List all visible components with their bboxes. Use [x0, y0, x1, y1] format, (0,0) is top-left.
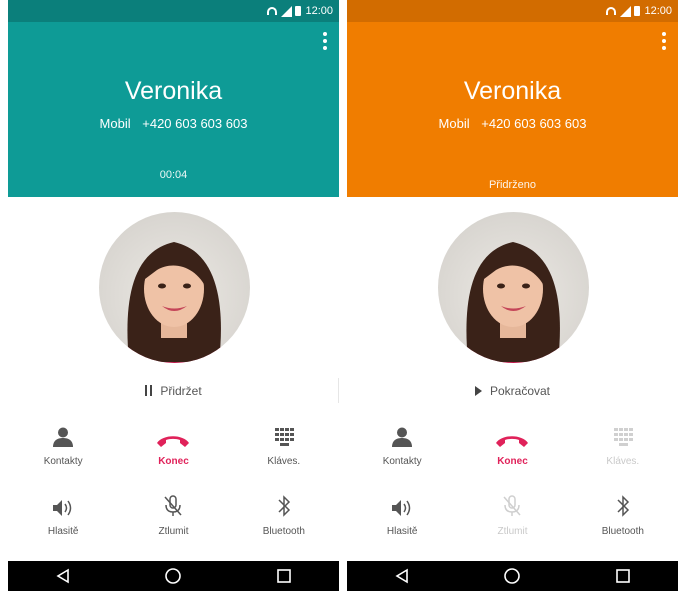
phone-screen-active-call: 12:00 Veronika Mobil +420 603 603 603 00… — [8, 0, 339, 591]
overflow-menu-icon[interactable] — [323, 32, 327, 50]
person-icon — [53, 427, 74, 447]
speaker-button[interactable]: Hlasitě — [8, 488, 118, 558]
button-label: Konec — [497, 456, 528, 467]
button-label: Hlasitě — [386, 526, 418, 537]
wifi-icon — [267, 7, 278, 15]
call-status: Přidrženo — [488, 179, 537, 191]
home-button[interactable] — [492, 561, 532, 591]
back-icon — [56, 568, 69, 584]
navigation-bar — [8, 561, 339, 591]
keypad-icon — [613, 428, 633, 446]
pause-icon — [145, 385, 153, 396]
speaker-icon — [392, 500, 411, 516]
phone-number: +420 603 603 603 — [142, 116, 248, 131]
bluetooth-button[interactable]: Bluetooth — [229, 488, 339, 558]
keypad-button[interactable]: Kláves. — [568, 418, 678, 488]
end-call-button[interactable]: Konec — [118, 418, 228, 488]
signal-icon — [280, 5, 293, 17]
end-call-icon — [157, 436, 190, 447]
mic-off-icon — [503, 495, 522, 516]
mute-button[interactable]: Ztlumit — [457, 488, 567, 558]
status-bar: 12:00 — [347, 0, 678, 22]
button-label: Bluetooth — [601, 526, 644, 537]
contact-avatar — [99, 212, 250, 363]
play-icon — [474, 385, 482, 396]
contact-name: Veronika — [124, 77, 223, 105]
contact-photo — [108, 242, 240, 363]
contact-avatar — [438, 212, 589, 363]
contact-name: Veronika — [463, 77, 562, 105]
signal-icon — [619, 5, 632, 17]
number-type: Mobil — [99, 116, 131, 131]
button-label: Ztlumit — [497, 526, 528, 537]
person-icon — [392, 427, 413, 447]
resume-button[interactable]: Pokračovat — [347, 378, 678, 403]
number-type: Mobil — [438, 116, 470, 131]
bluetooth-button[interactable]: Bluetooth — [568, 488, 678, 558]
button-label: Bluetooth — [262, 526, 305, 537]
contacts-button[interactable]: Kontakty — [347, 418, 457, 488]
battery-icon — [295, 6, 302, 16]
navigation-bar — [347, 561, 678, 591]
phone-number: +420 603 603 603 — [481, 116, 587, 131]
bluetooth-icon — [278, 495, 290, 517]
contact-number-row: Mobil +420 603 603 603 — [8, 116, 339, 131]
home-button[interactable] — [153, 561, 193, 591]
speaker-button[interactable]: Hlasitě — [347, 488, 457, 558]
home-icon — [165, 568, 182, 584]
call-header: Veronika Mobil +420 603 603 603 Přidržen… — [347, 22, 678, 197]
status-time: 12:00 — [644, 5, 672, 17]
recents-button[interactable] — [264, 561, 304, 591]
keypad-icon — [274, 428, 294, 446]
call-actions-grid: Kontakty Konec Kláves. Hlasitě Ztlumit B… — [347, 418, 678, 558]
call-header: Veronika Mobil +420 603 603 603 00:04 — [8, 22, 339, 197]
back-button[interactable] — [43, 561, 83, 591]
call-timer: 00:04 — [159, 169, 188, 181]
contacts-button[interactable]: Kontakty — [8, 418, 118, 488]
recents-icon — [616, 569, 630, 583]
mic-off-icon — [164, 495, 183, 516]
end-call-icon — [496, 436, 529, 447]
button-label: Konec — [158, 456, 189, 467]
button-label: Kontakty — [382, 456, 422, 467]
call-actions-grid: Kontakty Konec Kláves. Hlasitě Ztlumit B… — [8, 418, 339, 558]
button-label: Kláves. — [267, 456, 301, 467]
recents-button[interactable] — [603, 561, 643, 591]
overflow-menu-icon[interactable] — [662, 32, 666, 50]
hold-label: Přidržet — [160, 383, 202, 398]
hold-button[interactable]: Přidržet — [8, 378, 339, 403]
home-icon — [504, 568, 521, 584]
button-label: Hlasitě — [47, 526, 79, 537]
battery-icon — [634, 6, 641, 16]
resume-label: Pokračovat — [489, 383, 551, 398]
contact-number-row: Mobil +420 603 603 603 — [347, 116, 678, 131]
button-label: Ztlumit — [158, 526, 189, 537]
speaker-icon — [53, 500, 72, 516]
contact-photo — [447, 242, 579, 363]
mute-button[interactable]: Ztlumit — [118, 488, 228, 558]
bluetooth-icon — [617, 495, 629, 517]
back-icon — [395, 568, 408, 584]
recents-icon — [277, 569, 291, 583]
wifi-icon — [606, 7, 617, 15]
button-label: Kontakty — [43, 456, 83, 467]
back-button[interactable] — [382, 561, 422, 591]
status-time: 12:00 — [305, 5, 333, 17]
button-label: Kláves. — [606, 456, 640, 467]
keypad-button[interactable]: Kláves. — [229, 418, 339, 488]
status-bar: 12:00 — [8, 0, 339, 22]
end-call-button[interactable]: Konec — [457, 418, 567, 488]
phone-screen-held-call: 12:00 Veronika Mobil +420 603 603 603 Př… — [347, 0, 678, 591]
